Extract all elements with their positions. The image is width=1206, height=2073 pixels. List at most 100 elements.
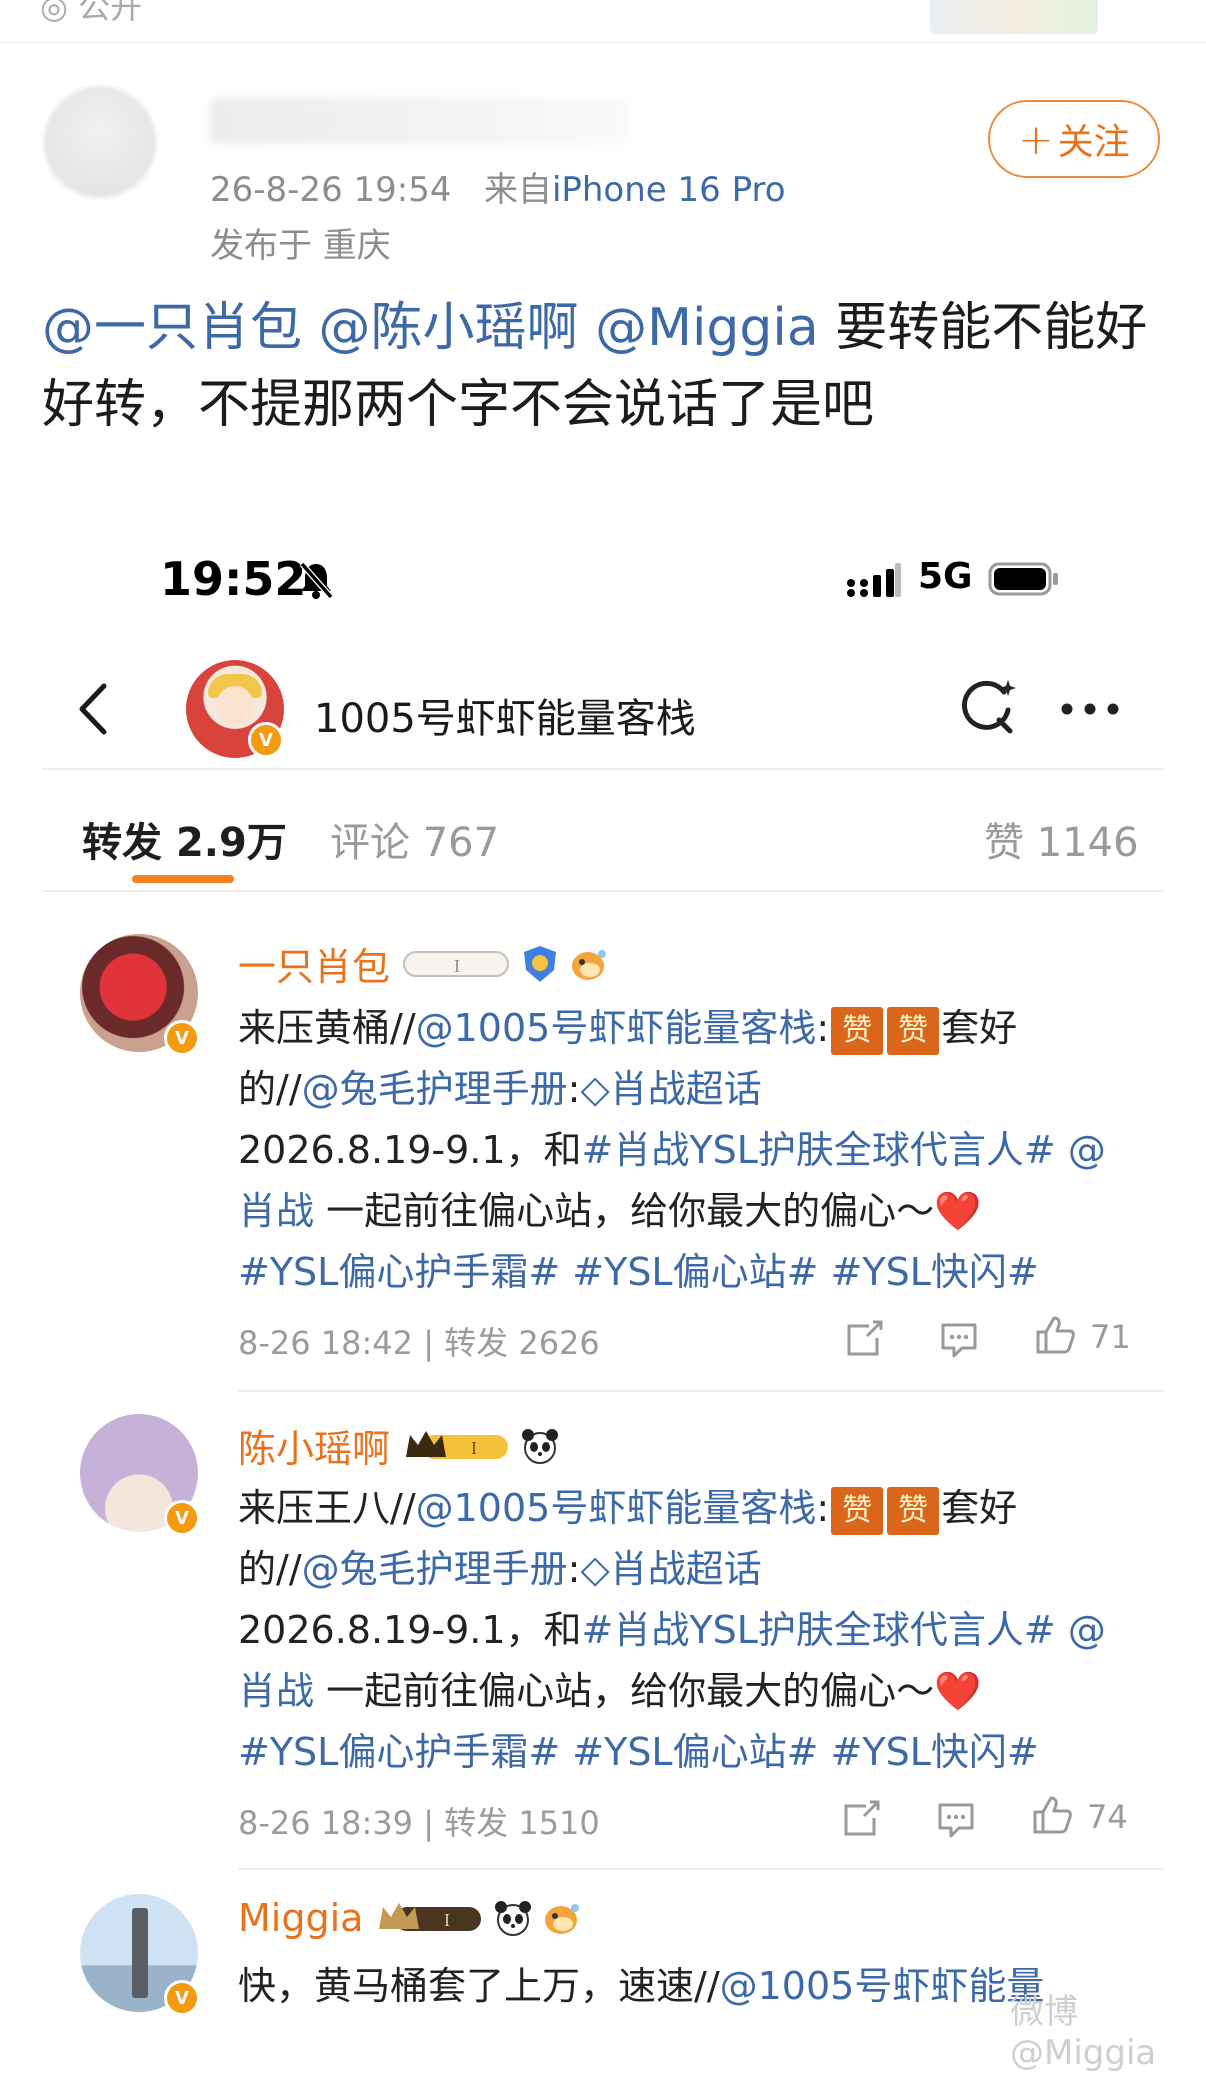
network-type: 5G — [918, 556, 973, 597]
share-icon[interactable] — [843, 1318, 885, 1358]
repost-text: 来压王八//@1005号虾虾能量客栈: 赞赞套好的//@兔毛护理手册:◇肖战超话 … — [238, 1478, 1118, 1783]
mention-link[interactable]: @Miggia — [595, 298, 819, 358]
tab-comments[interactable]: 评论 767 — [330, 810, 499, 868]
zan-sticker-icon: 赞 — [887, 1006, 940, 1055]
colon: : — [567, 1547, 581, 1591]
topic-link[interactable]: ◇肖战超话 — [580, 1547, 761, 1591]
username-text: 一只肖包 — [238, 945, 391, 989]
zan-sticker-icon: 赞 — [887, 1486, 940, 1535]
account-title[interactable]: 1005号虾虾能量客栈 — [314, 686, 696, 744]
follow-button[interactable]: + 关注 — [988, 100, 1160, 178]
zan-sticker-icon: 赞 — [831, 1486, 884, 1535]
back-icon[interactable] — [76, 682, 110, 736]
repost-text-segment: 一起前往偏心站，给你最大的偏心～ — [314, 1189, 935, 1233]
repost-time: 8-26 18:42 — [238, 1324, 414, 1362]
like-icon[interactable] — [1031, 1794, 1073, 1836]
repost-meta: 8-26 18:42 | 转发 2626 — [238, 1324, 600, 1362]
post-source[interactable]: iPhone 16 Pro — [552, 170, 786, 210]
tab-repost-count: 2.9万 — [175, 820, 287, 866]
tab-repost-label: 转发 — [82, 820, 162, 866]
zan-sticker-icon: 赞 — [831, 1006, 884, 1055]
member-badge-icon: I — [403, 950, 510, 977]
colon: : — [816, 1486, 830, 1530]
separator: // — [276, 1067, 302, 1111]
repost-username[interactable]: Miggia I — [238, 1896, 583, 1940]
verified-badge-icon: V — [164, 1020, 200, 1056]
diamond-icon: ◇ — [580, 1547, 610, 1591]
battery-icon — [988, 562, 1058, 596]
mention-link[interactable]: @1005号虾虾能量客栈 — [416, 1486, 817, 1530]
mention-link[interactable]: @兔毛护理手册 — [302, 1067, 568, 1111]
tab-likes-label: 赞 — [984, 820, 1024, 866]
post-location: 发布于 重庆 — [210, 226, 391, 266]
verified-badge-icon: V — [248, 722, 284, 758]
plus-icon: + — [1018, 114, 1054, 164]
poster-name-blurred[interactable] — [210, 98, 630, 144]
hashtag-link[interactable]: #肖战YSL护肤全球代言人# — [582, 1128, 1056, 1172]
topic-link[interactable]: ◇肖战超话 — [580, 1067, 761, 1111]
heart-icon: ❤️ — [934, 1669, 982, 1713]
post-meta: 26-8-26 19:54 来自iPhone 16 Pro — [210, 162, 786, 211]
username-text: 陈小瑶啊 — [238, 1427, 391, 1471]
post-source-prefix: 来自 — [483, 170, 552, 210]
poster-avatar[interactable] — [44, 86, 156, 198]
like-icon[interactable] — [1034, 1314, 1076, 1356]
colon: : — [567, 1067, 581, 1111]
previous-post-fragment: ◎ 公开 — [0, 0, 1206, 43]
divider — [42, 890, 1164, 892]
repost-count: 2626 — [518, 1324, 600, 1362]
shield-badge-icon — [524, 945, 557, 982]
repost-time: 8-26 18:39 — [238, 1804, 414, 1842]
thumbnail-image[interactable] — [930, 0, 1098, 34]
tab-likes[interactable]: 赞 1146 — [984, 810, 1139, 868]
like-count: 71 — [1090, 1318, 1131, 1356]
divider — [42, 768, 1164, 770]
bell-muted-icon — [299, 562, 334, 599]
repost-username[interactable]: 一只肖包 I — [238, 936, 610, 991]
pufferfish-badge-icon — [545, 1904, 580, 1934]
tab-likes-count: 1146 — [1036, 820, 1139, 866]
pufferfish-badge-icon — [572, 949, 607, 980]
comment-icon[interactable] — [938, 1320, 980, 1360]
mention-link[interactable]: @兔毛护理手册 — [302, 1547, 568, 1591]
hashtag-links[interactable]: #YSL偏心护手霜# #YSL偏心站# #YSL快闪# — [238, 1250, 1039, 1294]
mention-link[interactable]: @1005号虾虾能量客栈 — [416, 1006, 817, 1050]
hashtag-links[interactable]: #YSL偏心护手霜# #YSL偏心站# #YSL快闪# — [238, 1730, 1039, 1774]
visibility-label: ◎ 公开 — [40, 0, 143, 26]
repost-avatar[interactable]: V — [80, 1894, 200, 2016]
tab-comments-label: 评论 — [330, 820, 410, 866]
panda-icon — [495, 1901, 532, 1936]
hashtag-link[interactable]: #肖战YSL护肤全球代言人# — [582, 1608, 1056, 1652]
heart-icon: ❤️ — [934, 1189, 982, 1233]
diamond-icon: ◇ — [580, 1067, 610, 1111]
repost-count-label: 转发 — [444, 1324, 509, 1362]
repost-lead: 来压黄桶 — [238, 1006, 391, 1050]
mention-link[interactable]: @一只肖包 — [42, 298, 302, 358]
topic-label: 肖战超话 — [609, 1547, 762, 1591]
repost-text-segment: 一起前往偏心站，给你最大的偏心～ — [314, 1669, 935, 1713]
signal-icon — [847, 563, 901, 597]
more-options-icon[interactable] — [1060, 702, 1120, 716]
repost-text-segment: 2026.8.19-9.1，和 — [238, 1608, 582, 1652]
repost-avatar[interactable]: V — [80, 1414, 200, 1536]
mention-link[interactable]: @陈小瑶啊 — [319, 298, 579, 358]
repost-meta: 8-26 18:39 | 转发 1510 — [238, 1804, 600, 1842]
mention-link[interactable]: @1005号虾虾能量 — [720, 1964, 1045, 2008]
username-text: Miggia — [238, 1896, 364, 1940]
separator: // — [390, 1006, 416, 1050]
divider — [238, 1868, 1164, 1870]
tab-repost[interactable]: 转发 2.9万 — [82, 810, 287, 868]
repost-count: 1510 — [518, 1804, 600, 1842]
repost-username[interactable]: 陈小瑶啊 I — [238, 1418, 560, 1473]
repost-avatar[interactable]: V — [80, 934, 200, 1056]
topic-label: 肖战超话 — [609, 1067, 762, 1111]
share-icon[interactable] — [840, 1798, 882, 1838]
comment-icon[interactable] — [935, 1800, 977, 1840]
active-tab-indicator — [132, 875, 234, 883]
repost-lead: 快，黄马桶套了上万，速速 — [238, 1964, 695, 2008]
repost-text: 来压黄桶//@1005号虾虾能量客栈: 赞赞套好的//@兔毛护理手册:◇肖战超话 … — [238, 998, 1118, 1303]
crown-badge-icon: I — [379, 1903, 482, 1931]
separator: // — [390, 1486, 416, 1530]
status-time: 19:52 — [160, 552, 307, 606]
search-icon[interactable] — [956, 676, 1020, 740]
